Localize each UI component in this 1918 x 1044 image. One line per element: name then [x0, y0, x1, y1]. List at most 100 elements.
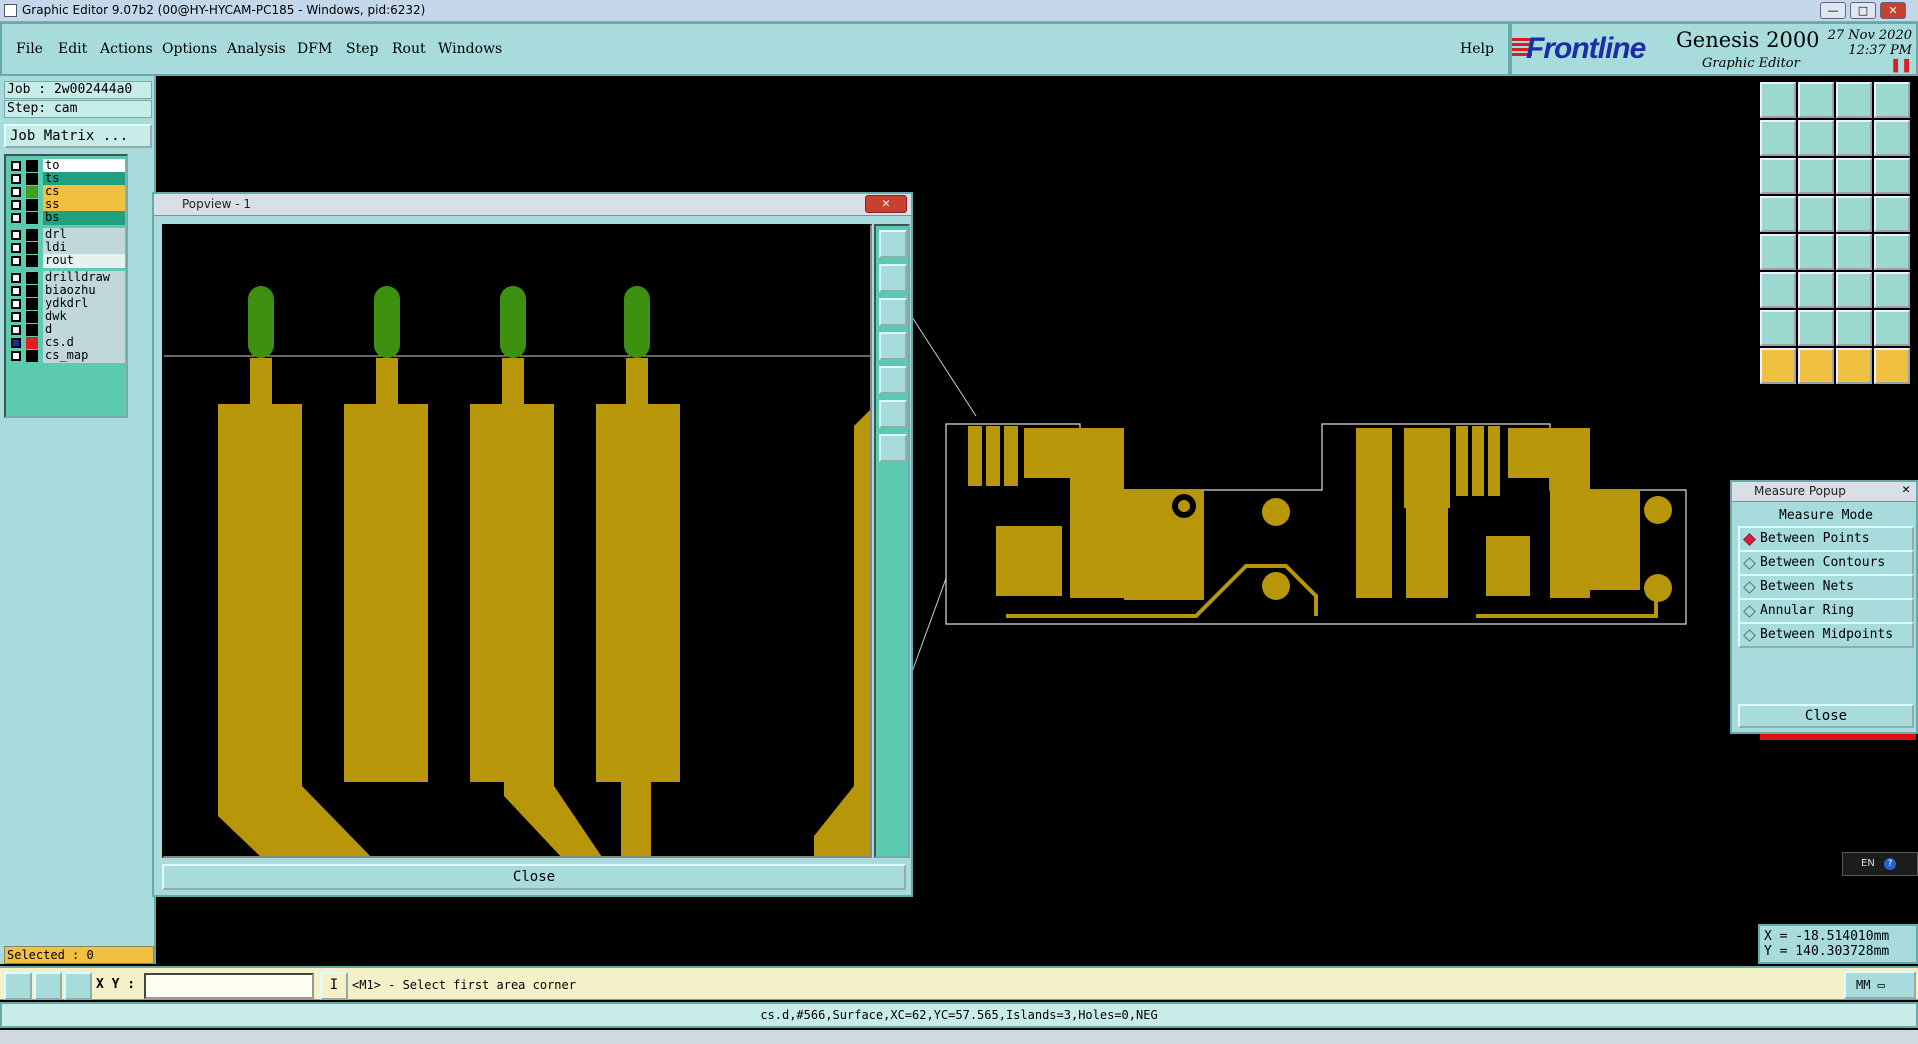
tool-button-icon[interactable] — [1874, 158, 1910, 194]
layer-checkbox[interactable] — [11, 338, 21, 348]
layer-row-to[interactable]: to — [8, 159, 128, 173]
tool-button-icon[interactable] — [1760, 120, 1796, 156]
layer-checkbox[interactable] — [11, 230, 21, 240]
tool-button-icon[interactable] — [1874, 234, 1910, 270]
measure-close-button[interactable]: Close — [1738, 704, 1914, 728]
layer-row-rout[interactable]: rout — [8, 254, 128, 268]
popview-tool-icon[interactable] — [879, 366, 907, 394]
tool-button-icon[interactable] — [1760, 234, 1796, 270]
tool-button-icon[interactable] — [1760, 82, 1796, 118]
layer-color-swatch[interactable] — [26, 255, 38, 267]
layer-color-swatch[interactable] — [26, 199, 38, 211]
layer-row-ts[interactable]: ts — [8, 172, 128, 186]
tool-button-icon[interactable] — [1836, 196, 1872, 232]
menu-help[interactable]: Help — [1460, 41, 1494, 57]
tool-button-icon[interactable] — [1874, 310, 1910, 346]
popview-close-icon[interactable]: ✕ — [865, 195, 907, 213]
tool-button-icon[interactable] — [1798, 310, 1834, 346]
menu-file[interactable]: File — [16, 41, 43, 57]
layer-color-swatch[interactable] — [26, 173, 38, 185]
popview-tool-icon[interactable] — [879, 298, 907, 326]
units-button[interactable]: MM ▭ — [1844, 971, 1916, 999]
layer-color-swatch[interactable] — [26, 324, 38, 336]
language-indicator[interactable]: EN ? — [1842, 852, 1918, 876]
layer-color-swatch[interactable] — [26, 242, 38, 254]
layer-color-swatch[interactable] — [26, 298, 38, 310]
measure-option-between-points[interactable]: Between Points — [1738, 526, 1914, 552]
tool-button-icon[interactable] — [1874, 196, 1910, 232]
layer-checkbox[interactable] — [11, 213, 21, 223]
angle-icon[interactable] — [34, 972, 62, 1000]
layer-checkbox[interactable] — [11, 200, 21, 210]
layer-checkbox[interactable] — [11, 351, 21, 361]
menu-dfm[interactable]: DFM — [297, 41, 332, 57]
layer-name[interactable]: rout — [43, 254, 125, 268]
measure-close-icon[interactable]: ✕ — [1902, 482, 1910, 497]
tool-button-icon[interactable] — [1798, 196, 1834, 232]
menu-edit[interactable]: Edit — [58, 41, 87, 57]
popview-close-button[interactable]: Close — [162, 864, 906, 890]
tool-button-icon[interactable] — [1836, 348, 1872, 384]
popview-tool-icon[interactable] — [879, 434, 907, 462]
layer-color-swatch[interactable] — [26, 311, 38, 323]
tool-button-icon[interactable] — [1874, 272, 1910, 308]
tool-button-icon[interactable] — [1760, 310, 1796, 346]
menu-options[interactable]: Options — [162, 41, 217, 57]
tool-button-icon[interactable] — [1798, 348, 1834, 384]
tool-button-icon[interactable] — [1760, 196, 1796, 232]
tool-button-icon[interactable] — [1874, 82, 1910, 118]
layer-checkbox[interactable] — [11, 286, 21, 296]
tool-button-icon[interactable] — [1836, 120, 1872, 156]
popview-tool-icon[interactable] — [879, 230, 907, 258]
layer-row-cs-map[interactable]: cs_map — [8, 349, 128, 363]
menu-windows[interactable]: Windows — [438, 41, 502, 57]
popview-tool-icon[interactable] — [879, 332, 907, 360]
layer-color-swatch[interactable] — [26, 337, 38, 349]
tool-button-icon[interactable] — [1874, 348, 1910, 384]
tool-button-icon[interactable] — [1798, 158, 1834, 194]
layer-row-drl[interactable]: drl — [8, 228, 128, 242]
tool-button-icon[interactable] — [1760, 348, 1796, 384]
layer-checkbox[interactable] — [11, 243, 21, 253]
layer-checkbox[interactable] — [11, 312, 21, 322]
layer-color-swatch[interactable] — [26, 229, 38, 241]
menu-rout[interactable]: Rout — [392, 41, 426, 57]
snap-icon[interactable] — [4, 972, 32, 1000]
grid-icon[interactable] — [64, 972, 92, 1000]
menu-step[interactable]: Step — [346, 41, 378, 57]
layer-checkbox[interactable] — [11, 256, 21, 266]
popview-canvas[interactable] — [162, 224, 872, 858]
xy-input[interactable] — [144, 973, 314, 999]
layer-name[interactable]: bs — [43, 211, 125, 225]
tool-button-icon[interactable] — [1836, 158, 1872, 194]
menu-actions[interactable]: Actions — [100, 41, 153, 57]
layer-color-swatch[interactable] — [26, 272, 38, 284]
layer-checkbox[interactable] — [11, 325, 21, 335]
tool-button-icon[interactable] — [1836, 234, 1872, 270]
window-close-button[interactable]: ✕ — [1880, 2, 1906, 19]
menu-analysis[interactable]: Analysis — [227, 41, 286, 57]
measure-option-between-midpoints[interactable]: Between Midpoints — [1738, 622, 1914, 648]
popview-tool-icon[interactable] — [879, 400, 907, 428]
tool-button-icon[interactable] — [1760, 158, 1796, 194]
layer-checkbox[interactable] — [11, 174, 21, 184]
job-matrix-button[interactable]: Job Matrix ... — [4, 124, 152, 148]
layer-row-ss[interactable]: ss — [8, 198, 128, 212]
layer-checkbox[interactable] — [11, 187, 21, 197]
tool-button-icon[interactable] — [1836, 82, 1872, 118]
help-icon[interactable]: ? — [1884, 858, 1896, 870]
layer-color-swatch[interactable] — [26, 160, 38, 172]
measure-option-between-contours[interactable]: Between Contours — [1738, 550, 1914, 576]
layer-color-swatch[interactable] — [26, 350, 38, 362]
measure-option-between-nets[interactable]: Between Nets — [1738, 574, 1914, 600]
tool-button-icon[interactable] — [1836, 272, 1872, 308]
layer-row-cs[interactable]: cs — [8, 185, 128, 199]
layer-checkbox[interactable] — [11, 161, 21, 171]
layer-checkbox[interactable] — [11, 273, 21, 283]
layer-name[interactable]: dwk — [43, 310, 125, 324]
layer-checkbox[interactable] — [11, 299, 21, 309]
maximize-button[interactable]: □ — [1850, 2, 1876, 19]
layer-name[interactable]: cs_map — [43, 349, 125, 363]
tool-button-icon[interactable] — [1798, 272, 1834, 308]
tool-button-icon[interactable] — [1798, 234, 1834, 270]
